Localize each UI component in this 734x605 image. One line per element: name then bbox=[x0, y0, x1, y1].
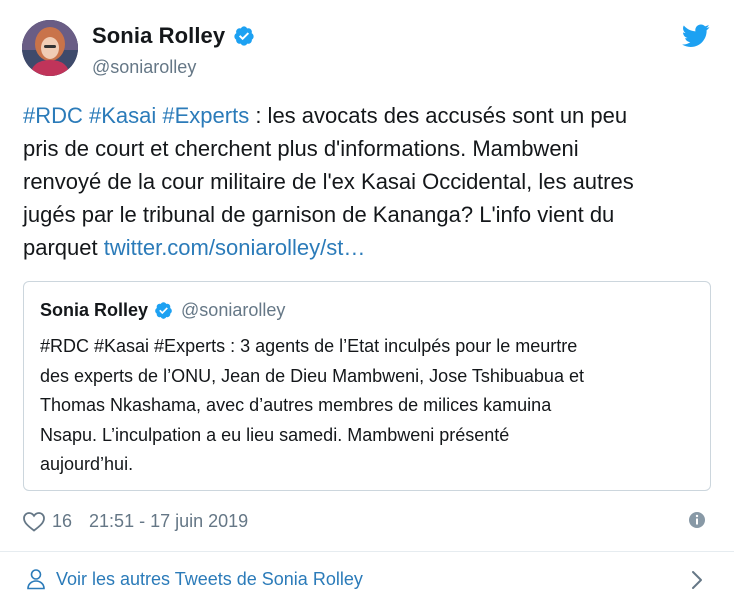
more-tweets-link[interactable]: Voir les autres Tweets de Sonia Rolley bbox=[26, 568, 363, 590]
tweet-text: #RDC #Kasai #Experts : les avocats des a… bbox=[23, 99, 713, 264]
avatar[interactable] bbox=[22, 20, 78, 76]
quoted-tweet-header: Sonia Rolley @soniarolley bbox=[40, 300, 285, 321]
tweet-hashtags[interactable]: #RDC #Kasai #Experts bbox=[23, 103, 249, 128]
author-name-row[interactable]: Sonia Rolley bbox=[92, 23, 255, 49]
verified-badge-icon bbox=[155, 302, 172, 319]
quoted-tweet-text: #RDC #Kasai #Experts : 3 agents de l’Eta… bbox=[40, 336, 584, 474]
person-icon bbox=[27, 569, 45, 590]
info-icon[interactable] bbox=[688, 511, 706, 529]
chevron-right-icon[interactable] bbox=[690, 569, 704, 591]
quoted-author-name: Sonia Rolley bbox=[40, 300, 149, 320]
author-handle[interactable]: @soniarolley bbox=[92, 57, 196, 78]
verified-badge-icon bbox=[234, 26, 254, 46]
author-display-name[interactable]: Sonia Rolley bbox=[92, 23, 225, 49]
tweet-timestamp[interactable]: 21:51 - 17 juin 2019 bbox=[89, 511, 248, 532]
quoted-author-handle: @soniarolley bbox=[181, 300, 286, 320]
quoted-tweet[interactable]: Sonia Rolley @soniarolley #RDC #Kasai #E… bbox=[23, 281, 711, 491]
avatar-image bbox=[22, 20, 78, 76]
tweet-meta: 16 21:51 - 17 juin 2019 bbox=[22, 509, 248, 533]
footer-divider bbox=[0, 551, 734, 552]
like-count[interactable]: 16 bbox=[52, 511, 72, 532]
embedded-tweet-card: Sonia Rolley @soniarolley #RDC #Kasai #E… bbox=[0, 0, 734, 605]
twitter-bird-icon[interactable] bbox=[682, 24, 710, 48]
tweet-link[interactable]: twitter.com/soniarolley/st… bbox=[104, 235, 366, 260]
more-tweets-label[interactable]: Voir les autres Tweets de Sonia Rolley bbox=[56, 569, 363, 590]
heart-icon[interactable] bbox=[22, 510, 46, 532]
